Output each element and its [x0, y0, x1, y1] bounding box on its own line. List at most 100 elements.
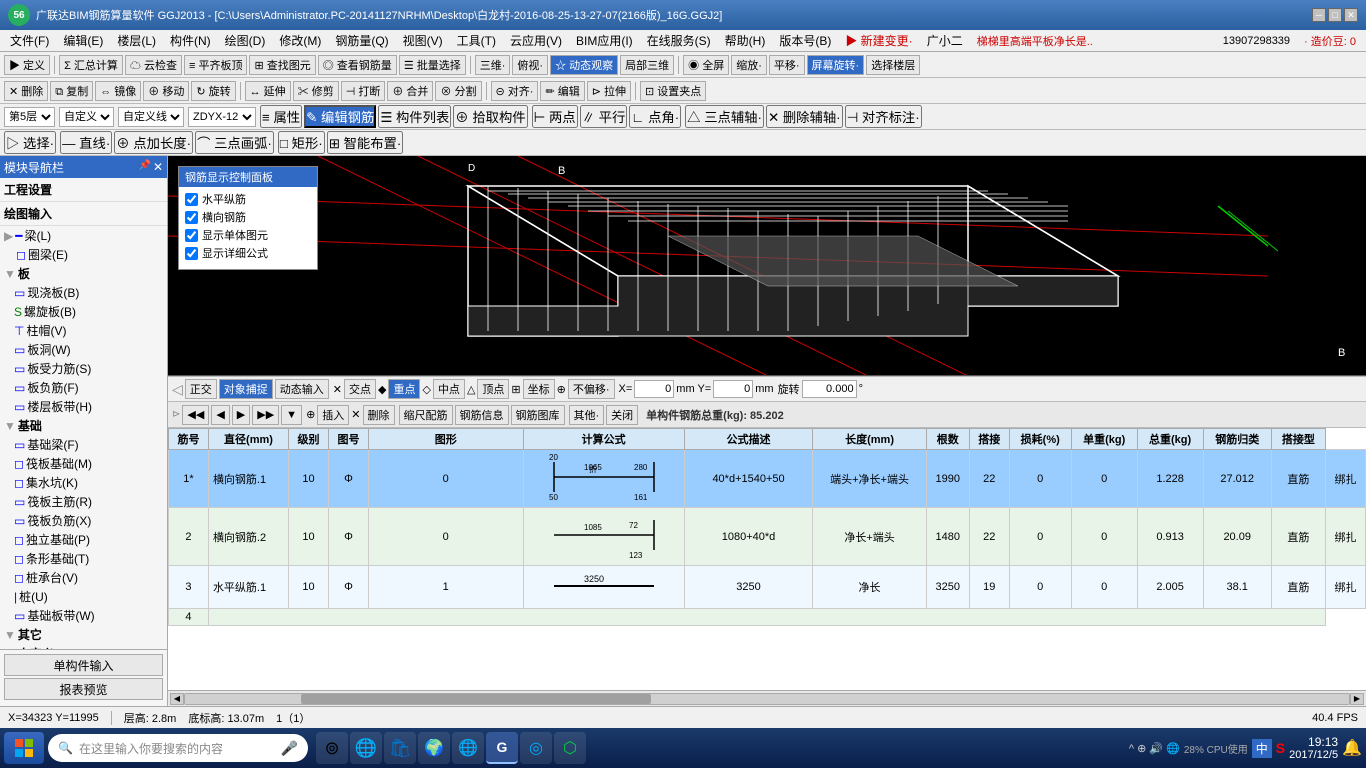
table-row[interactable]: 3 水平纵筋.1 10 Φ 1 3250 3250 净长: [169, 566, 1366, 609]
scale-button[interactable]: 缩尺配筋: [399, 405, 453, 425]
sum-calc-button[interactable]: Σ 汇总计算: [59, 55, 123, 75]
level-select[interactable]: 第5层: [4, 107, 55, 127]
cloud-check-button[interactable]: ☁ 云检查: [125, 55, 182, 75]
dynamic-input-button[interactable]: 动态输入: [275, 379, 329, 399]
h-rebar-check[interactable]: 水平纵筋: [185, 191, 311, 207]
menu-cloud[interactable]: 云应用(V): [504, 31, 568, 50]
table-row[interactable]: 1* 横向钢筋.1 10 Φ 0 20 50: [169, 450, 1366, 508]
split-button[interactable]: ⊗ 分割: [435, 81, 481, 101]
taskbar-icon-chrome[interactable]: 🌍: [418, 732, 450, 764]
local-3d-button[interactable]: 局部三维: [620, 55, 674, 75]
insert-row-button[interactable]: 插入: [317, 405, 349, 425]
sidebar-item-raft[interactable]: ◻ 筏板基础(M): [0, 454, 167, 473]
sidebar-item-slab[interactable]: ▼ 板: [0, 264, 167, 283]
table-row[interactable]: 2 横向钢筋.2 10 Φ 0 1085 72 123: [169, 508, 1366, 566]
menu-new-change[interactable]: ▶ 新建变更·: [839, 31, 918, 50]
single-component-button[interactable]: 单构件输入: [4, 654, 163, 676]
rect-button[interactable]: □ 矩形·: [278, 131, 325, 154]
sidebar-item-strip-found[interactable]: ◻ 条形基础(T): [0, 549, 167, 568]
taskbar-icon-app[interactable]: ◎: [520, 732, 552, 764]
h-scrollbar[interactable]: ◀ ▶: [168, 690, 1366, 706]
rebar-lib-button[interactable]: 钢筋图库: [511, 405, 565, 425]
align-mark-button[interactable]: ⊣ 对齐标注·: [845, 105, 922, 128]
taskbar-icon-ie[interactable]: 🌐: [350, 732, 382, 764]
menu-help[interactable]: 帮助(H): [719, 31, 772, 50]
find-element-button[interactable]: ⊞ 查找图元: [249, 55, 315, 75]
sidebar-pin-button[interactable]: 📌: [138, 160, 150, 174]
sidebar-item-column-cap[interactable]: ⊤ 柱帽(V): [0, 321, 167, 340]
select-floor-button[interactable]: 选择楼层: [866, 55, 920, 75]
rotate-input[interactable]: [802, 380, 857, 398]
break-button[interactable]: ⊣ 打断: [341, 81, 386, 101]
minimize-button[interactable]: ─: [1312, 8, 1326, 22]
sidebar-item-slab-rebar[interactable]: ▭ 板受力筋(S): [0, 359, 167, 378]
viewport[interactable]: B B D 钢筋显示控制面板 水平纵筋 横向钢筋 显示单体图元: [168, 156, 1366, 376]
sidebar-item-slab-neg[interactable]: ▭ 板负筋(F): [0, 378, 167, 397]
sidebar-item-foundation[interactable]: ▼ 基础: [0, 416, 167, 435]
sidebar-item-others[interactable]: ▼ 其它: [0, 625, 167, 644]
component-list-button[interactable]: ☰ 构件列表: [378, 105, 451, 128]
smart-place-button[interactable]: ⊞ 智能布置·: [327, 131, 404, 154]
sidebar-item-draw[interactable]: 绘图输入: [0, 202, 167, 226]
pan-button[interactable]: 平移·: [769, 55, 805, 75]
define-button[interactable]: ▶ 定义: [4, 55, 50, 75]
custom-select[interactable]: 自定义: [59, 107, 114, 127]
corner-button[interactable]: ∟ 点角·: [629, 105, 681, 128]
menu-component[interactable]: 构件(N): [164, 31, 217, 50]
show-element-check[interactable]: 显示单体图元: [185, 227, 311, 243]
rotate-button[interactable]: 屏幕旋转·: [807, 55, 865, 75]
add-length-button[interactable]: ⊕ 点加长度·: [114, 131, 193, 154]
menu-version[interactable]: 版本号(B): [773, 31, 837, 50]
nav-next-button[interactable]: ▶: [232, 405, 250, 425]
scroll-left-btn[interactable]: ◀: [170, 693, 184, 705]
zoom-button[interactable]: 缩放·: [731, 55, 767, 75]
sidebar-item-found-band[interactable]: ▭ 基础板带(W): [0, 606, 167, 625]
pick-component-button[interactable]: ⊕ 拾取构件: [453, 105, 527, 128]
level-top-button[interactable]: ≡ 平齐板顶: [184, 55, 247, 75]
sidebar-close-button[interactable]: ✕: [153, 160, 163, 174]
sidebar-item-found-beam[interactable]: ▭ 基础梁(F): [0, 435, 167, 454]
zdyx-select[interactable]: ZDYX-12: [188, 107, 256, 127]
ime-indicator[interactable]: 中: [1252, 739, 1272, 758]
menu-guang[interactable]: 广小二: [921, 31, 969, 50]
dynamic-obs-button[interactable]: ☆ 动态观察: [550, 55, 618, 75]
search-bar[interactable]: 🔍 在这里输入你要搜索的内容 🎤: [48, 734, 308, 762]
stretch-button[interactable]: ⊳ 拉伸: [587, 81, 631, 101]
ortho-button[interactable]: 正交: [185, 379, 217, 399]
scrollbar-thumb[interactable]: [301, 694, 650, 704]
rebar-info-button[interactable]: 钢筋信息: [455, 405, 509, 425]
scrollbar-track[interactable]: [184, 693, 1350, 705]
sidebar-item-beam[interactable]: ▶ ━ 梁(L): [0, 226, 167, 245]
fullscreen-button[interactable]: ◉ 全屏: [683, 55, 729, 75]
edit-rebar-button[interactable]: ✎ 编辑钢筋: [304, 105, 376, 128]
y-input[interactable]: [713, 380, 753, 398]
intersection-button[interactable]: 交点: [344, 379, 376, 399]
notification-icon[interactable]: 🔔: [1342, 738, 1362, 758]
close-rebar-button[interactable]: 关闭: [606, 405, 638, 425]
extend-button[interactable]: ↔ 延伸: [245, 81, 291, 101]
menu-online[interactable]: 在线服务(S): [641, 31, 717, 50]
midpoint-btn-button[interactable]: 重点: [388, 379, 420, 399]
3d-button[interactable]: 三维·: [475, 55, 511, 75]
obj-snap-button[interactable]: 对象捕捉: [219, 379, 273, 399]
menu-draw[interactable]: 绘图(D): [219, 31, 272, 50]
other-button[interactable]: 其他·: [569, 405, 605, 425]
menu-view[interactable]: 视图(V): [397, 31, 449, 50]
x-input[interactable]: [634, 380, 674, 398]
mirror-button[interactable]: ⇔ 镜像: [95, 81, 141, 101]
menu-file[interactable]: 文件(F): [4, 31, 55, 50]
nav-down-button[interactable]: ▼: [281, 405, 302, 425]
no-offset-button[interactable]: 不偏移·: [568, 379, 615, 399]
table-row[interactable]: 4: [169, 609, 1366, 626]
sidebar-item-pile-cap[interactable]: ◻ 桩承台(V): [0, 568, 167, 587]
show-formula-check[interactable]: 显示详细公式: [185, 245, 311, 261]
arc-button[interactable]: ⌒ 三点画弧·: [195, 131, 274, 154]
setpoint-button[interactable]: ⊡ 设置夹点: [640, 81, 706, 101]
view-rebar-button[interactable]: ◎ 查看钢筋量: [318, 55, 397, 75]
sidebar-item-floor-band[interactable]: ▭ 楼层板带(H): [0, 397, 167, 416]
two-point-button[interactable]: ⊢ 两点: [532, 105, 578, 128]
delete-row-button[interactable]: 删除: [363, 405, 395, 425]
rebar-table-container[interactable]: 筋号 直径(mm) 级别 图号 图形 计算公式 公式描述 长度(mm) 根数 搭…: [168, 428, 1366, 690]
merge-button[interactable]: ⊕ 合并: [387, 81, 433, 101]
trim-button[interactable]: ✂ 修剪: [293, 81, 339, 101]
